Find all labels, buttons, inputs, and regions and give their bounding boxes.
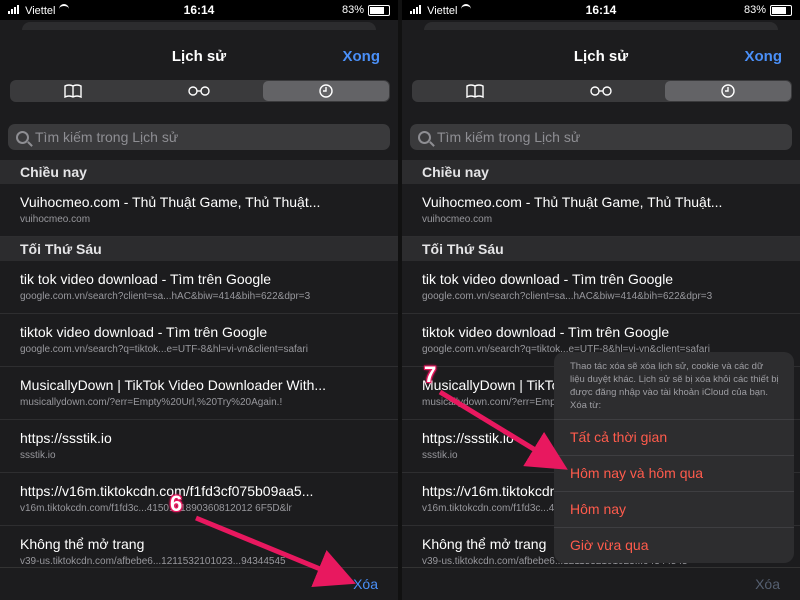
item-title: https://ssstik.io (20, 430, 112, 446)
item-url: vuihocmeo.com (422, 214, 493, 225)
sheet-handle (424, 22, 778, 30)
battery-icon (368, 4, 390, 16)
tab-reading-list[interactable] (538, 80, 664, 102)
history-item[interactable]: tik tok video download - Tìm trên Google… (402, 261, 800, 314)
search-field[interactable]: Tìm kiếm trong Lịch sử (8, 124, 390, 150)
tab-bookmarks[interactable] (10, 80, 136, 102)
status-time: 16:14 (585, 3, 617, 17)
history-item[interactable]: MusicallyDown | TikTok Video Downloader … (0, 367, 398, 420)
item-title: tiktok video download - Tìm trên Google (422, 324, 670, 340)
item-title: tiktok video download - Tìm trên Google (20, 324, 268, 340)
left-screenshot: Viettel 16:14 83% Lịch sử Xong Tìm kiếm … (0, 0, 398, 600)
popover-message: Thao tác xóa sẽ xóa lịch sử, cookie và c… (570, 361, 779, 411)
option-today[interactable]: Hôm nay (554, 491, 794, 527)
history-item[interactable]: https://ssstik.io ssstik.io (0, 420, 398, 473)
option-today-and-yesterday[interactable]: Hôm nay và hôm qua (554, 455, 794, 491)
history-item[interactable]: Vuihocmeo.com - Thủ Thuật Game, Thủ Thuậ… (0, 184, 398, 237)
tab-history[interactable] (665, 81, 791, 101)
item-url: v39-us.tiktokcdn.com/afbebe6...121153210… (20, 556, 286, 567)
item-url: google.com.vn/search?q=tiktok...e=UTF-8&… (20, 344, 308, 355)
done-button[interactable]: Xong (745, 48, 783, 65)
history-item[interactable]: tik tok video download - Tìm trên Google… (0, 261, 398, 314)
battery-status: 83% (744, 4, 792, 16)
history-icon (319, 84, 333, 98)
history-item[interactable]: Vuihocmeo.com - Thủ Thuật Game, Thủ Thuậ… (402, 184, 800, 237)
history-item[interactable]: https://v16m.tiktokcdn.com/f1fd3cf075b09… (0, 473, 398, 526)
step-number-6: 6 (170, 491, 183, 516)
right-screenshot: Viettel 16:14 83% Lịch sử Xong Tìm kiếm … (402, 0, 800, 600)
option-all-time[interactable]: Tất cả thời gian (554, 419, 794, 455)
bookmarks-icon (466, 84, 484, 98)
item-url: ssstik.io (20, 450, 56, 461)
option-last-hour[interactable]: Giờ vừa qua (554, 527, 794, 563)
search-placeholder: Tìm kiếm trong Lịch sử (35, 129, 179, 145)
item-title: MusicallyDown | TikTok Video Downloader … (20, 377, 327, 393)
page-title: Lịch sử (171, 48, 227, 65)
bottom-toolbar: Xóa (0, 567, 398, 600)
item-url: vuihocmeo.com (20, 214, 91, 225)
clear-history-popover: Thao tác xóa sẽ xóa lịch sử, cookie và c… (554, 352, 794, 563)
item-title: Vuihocmeo.com - Thủ Thuật Game, Thủ Thuậ… (422, 194, 723, 210)
page-title: Lịch sử (573, 48, 629, 65)
done-button[interactable]: Xong (343, 48, 381, 65)
item-title: Không thể mở trang (20, 536, 145, 552)
segmented-control (10, 80, 390, 102)
search-placeholder: Tìm kiếm trong Lịch sử (437, 129, 581, 145)
battery-icon (770, 4, 792, 16)
history-list: Chiều nay Vuihocmeo.com - Thủ Thuật Game… (0, 160, 398, 579)
bottom-toolbar: Xóa (402, 567, 800, 600)
tab-history[interactable] (263, 81, 389, 101)
section-header: Chiều nay (0, 160, 398, 184)
section-header: Chiều nay (402, 160, 800, 184)
clear-button[interactable]: Xóa (353, 576, 378, 592)
segmented-control (412, 80, 792, 102)
item-url: google.com.vn/search?client=sa...hAC&biw… (20, 291, 311, 302)
status-bar: Viettel 16:14 83% (402, 0, 800, 20)
tab-reading-list[interactable] (136, 80, 262, 102)
status-time: 16:14 (183, 3, 215, 17)
history-icon (721, 84, 735, 98)
sheet-handle (22, 22, 376, 30)
item-title: Vuihocmeo.com - Thủ Thuật Game, Thủ Thuậ… (20, 194, 321, 210)
item-title: tik tok video download - Tìm trên Google (20, 271, 272, 287)
nav-bar: Lịch sử Xong (402, 30, 800, 74)
search-icon (16, 130, 29, 144)
item-url: musicallydown.com/?err=Empty%20Url,%20Tr… (20, 397, 283, 408)
battery-status: 83% (342, 4, 390, 16)
bookmarks-icon (64, 84, 82, 98)
search-icon (418, 130, 431, 144)
step-number-7: 7 (424, 362, 437, 387)
nav-bar: Lịch sử Xong (0, 30, 398, 74)
item-url: v16m.tiktokcdn.com/f1fd3c...415010189036… (20, 503, 292, 514)
tab-bookmarks[interactable] (412, 80, 538, 102)
search-field[interactable]: Tìm kiếm trong Lịch sử (410, 124, 792, 150)
status-bar: Viettel 16:14 83% (0, 0, 398, 20)
reading-list-icon (188, 86, 210, 96)
reading-list-icon (590, 86, 612, 96)
item-title: https://v16m.tiktokcdn.com/f1fd3cf075b09… (20, 483, 314, 499)
section-header: Tối Thứ Sáu (0, 237, 398, 261)
item-url: google.com.vn/search?client=sa...hAC&biw… (422, 291, 713, 302)
section-header: Tối Thứ Sáu (402, 237, 800, 261)
history-item[interactable]: tiktok video download - Tìm trên Google g… (0, 314, 398, 367)
clear-button[interactable]: Xóa (755, 576, 780, 592)
item-title: tik tok video download - Tìm trên Google (422, 271, 674, 287)
